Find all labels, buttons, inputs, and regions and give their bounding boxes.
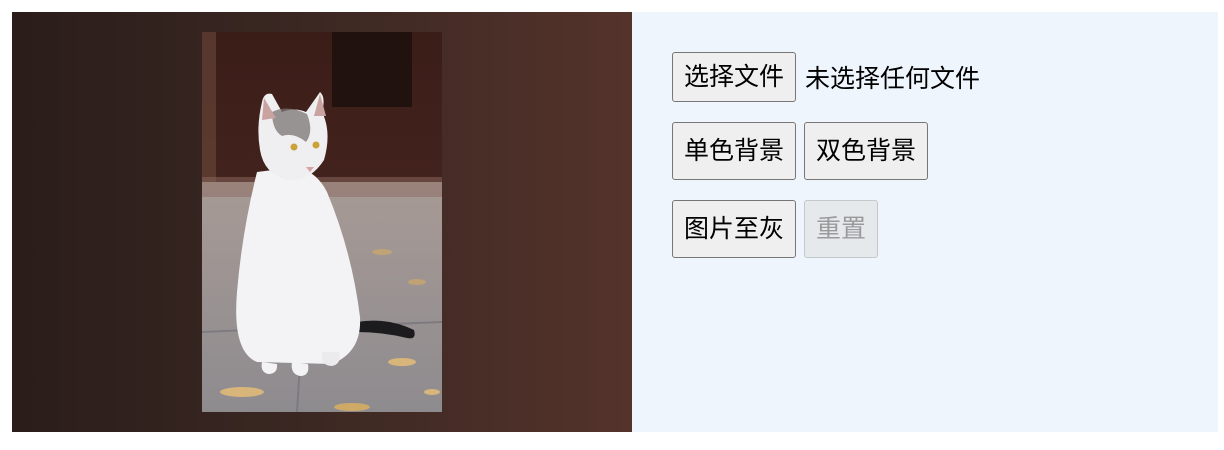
control-panel: 选择文件 未选择任何文件 单色背景 双色背景 图片至灰 重置 <box>632 12 1218 432</box>
choose-file-button[interactable]: 选择文件 <box>672 52 797 102</box>
dual-background-button[interactable]: 双色背景 <box>804 122 929 180</box>
solid-background-button[interactable]: 单色背景 <box>672 122 797 180</box>
file-picker-row: 选择文件 未选择任何文件 <box>672 52 980 102</box>
app-container: 选择文件 未选择任何文件 单色背景 双色背景 图片至灰 重置 <box>12 12 1218 432</box>
image-actions-row: 图片至灰 重置 <box>672 200 886 258</box>
file-status-text: 未选择任何文件 <box>805 64 981 93</box>
image-preview-area <box>12 12 632 432</box>
reset-button[interactable]: 重置 <box>804 200 879 258</box>
cat-photo <box>202 32 442 412</box>
background-buttons-row: 单色背景 双色背景 <box>672 122 936 180</box>
grayscale-button[interactable]: 图片至灰 <box>672 200 797 258</box>
